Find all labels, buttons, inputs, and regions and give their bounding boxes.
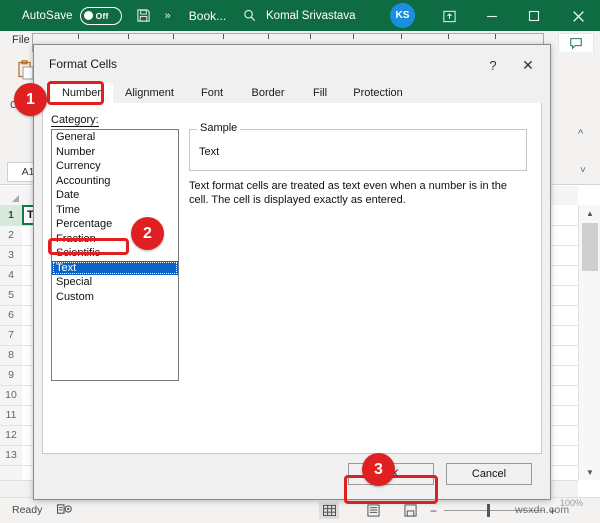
sample-value: Text [199, 146, 219, 158]
chevron-double-right-icon[interactable]: » [165, 10, 171, 22]
row-header-8[interactable]: 8 [0, 345, 22, 366]
row-header-12[interactable]: 12 [0, 425, 22, 446]
close-icon[interactable] [563, 1, 593, 31]
category-item-accounting[interactable]: Accounting [52, 174, 178, 189]
category-item-text[interactable]: Text [52, 261, 178, 276]
zoom-out-button[interactable]: − [430, 504, 437, 518]
cancel-button[interactable]: Cancel [446, 463, 532, 485]
document-name[interactable]: Book... [189, 9, 226, 23]
tab-number[interactable]: Number [50, 83, 113, 103]
vertical-scrollbar[interactable]: ▲ ▼ [578, 205, 600, 480]
title-bar: AutoSave Off » Book... Komal Srivastava … [0, 0, 600, 31]
avatar[interactable]: KS [390, 3, 415, 28]
category-item-number[interactable]: Number [52, 145, 178, 160]
scroll-down-arrow-icon[interactable]: ▼ [579, 464, 600, 480]
autosave-toggle[interactable]: Off [80, 7, 122, 25]
category-label: Category: [51, 114, 99, 126]
normal-view-icon[interactable] [319, 502, 339, 519]
category-list[interactable]: General Number Currency Accounting Date … [51, 129, 179, 381]
minimize-icon[interactable] [477, 1, 507, 31]
autosave-toggle-state: Off [96, 11, 109, 21]
chevron-up-icon[interactable]: ^ [578, 128, 583, 140]
row-header-9[interactable]: 9 [0, 365, 22, 386]
status-bar: Ready − + 100% wsxdn.com [0, 497, 600, 523]
row-header-11[interactable]: 11 [0, 405, 22, 426]
ribbon-display-options-icon[interactable] [434, 1, 464, 31]
analysis-ribbon-group: aly ata alys › [548, 52, 600, 152]
format-cells-dialog: Format Cells ? ✕ Number Alignment Font B… [33, 44, 551, 500]
step-badge-3: 3 [362, 453, 395, 486]
category-item-time[interactable]: Time [52, 203, 178, 218]
tab-alignment[interactable]: Alignment [113, 83, 186, 103]
page-break-preview-icon[interactable] [400, 502, 420, 519]
close-icon[interactable]: ✕ [517, 55, 539, 75]
select-all-corner[interactable] [0, 186, 23, 206]
status-text: Ready [12, 504, 42, 516]
category-item-currency[interactable]: Currency [52, 159, 178, 174]
vertical-scroll-thumb[interactable] [582, 223, 598, 271]
category-description: Text format cells are treated as text ev… [189, 179, 529, 207]
tab-font[interactable]: Font [186, 83, 238, 103]
accessibility-checker-icon[interactable] [57, 503, 72, 519]
ribbon-tab-file[interactable]: File [12, 34, 30, 46]
row-header-1[interactable]: 1 [0, 205, 22, 226]
row-header-10[interactable]: 10 [0, 385, 22, 406]
row-header-4[interactable]: 4 [0, 265, 22, 286]
tab-protection[interactable]: Protection [342, 83, 414, 103]
autosave-toggle-knob [84, 11, 93, 20]
save-icon[interactable] [136, 8, 151, 23]
autosave-label: AutoSave [22, 10, 73, 22]
category-item-date[interactable]: Date [52, 188, 178, 203]
page-layout-view-icon[interactable] [363, 502, 383, 519]
category-item-general[interactable]: General [52, 130, 178, 145]
dialog-title: Format Cells [49, 57, 117, 71]
row-headers: 1 2 3 4 5 6 7 8 9 10 11 12 13 [0, 205, 23, 480]
search-icon[interactable] [242, 8, 257, 23]
row-header-5[interactable]: 5 [0, 285, 22, 306]
step-badge-1: 1 [14, 83, 47, 116]
scroll-up-arrow-icon[interactable]: ▲ [579, 205, 600, 221]
sample-group [189, 129, 527, 171]
sample-legend: Sample [197, 122, 240, 134]
step-badge-2: 2 [131, 217, 164, 250]
row-header-13[interactable]: 13 [0, 445, 22, 466]
user-name[interactable]: Komal Srivastava [266, 10, 355, 22]
category-item-special[interactable]: Special [52, 275, 178, 290]
chevron-down-icon[interactable]: ˅ [580, 165, 586, 176]
category-item-scientific[interactable]: Scientific [52, 246, 178, 261]
row-header-3[interactable]: 3 [0, 245, 22, 266]
row-header-7[interactable]: 7 [0, 325, 22, 346]
tab-border[interactable]: Border [238, 83, 298, 103]
tab-fill[interactable]: Fill [298, 83, 342, 103]
row-header-6[interactable]: 6 [0, 305, 22, 326]
zoom-slider-handle[interactable] [487, 504, 490, 517]
help-button[interactable]: ? [482, 55, 504, 75]
watermark-text: wsxdn.com [515, 504, 569, 516]
restore-icon[interactable] [519, 1, 549, 31]
row-header-2[interactable]: 2 [0, 225, 22, 246]
dialog-tab-row: Number Alignment Font Border Fill Protec… [42, 83, 542, 103]
category-item-custom[interactable]: Custom [52, 290, 178, 305]
